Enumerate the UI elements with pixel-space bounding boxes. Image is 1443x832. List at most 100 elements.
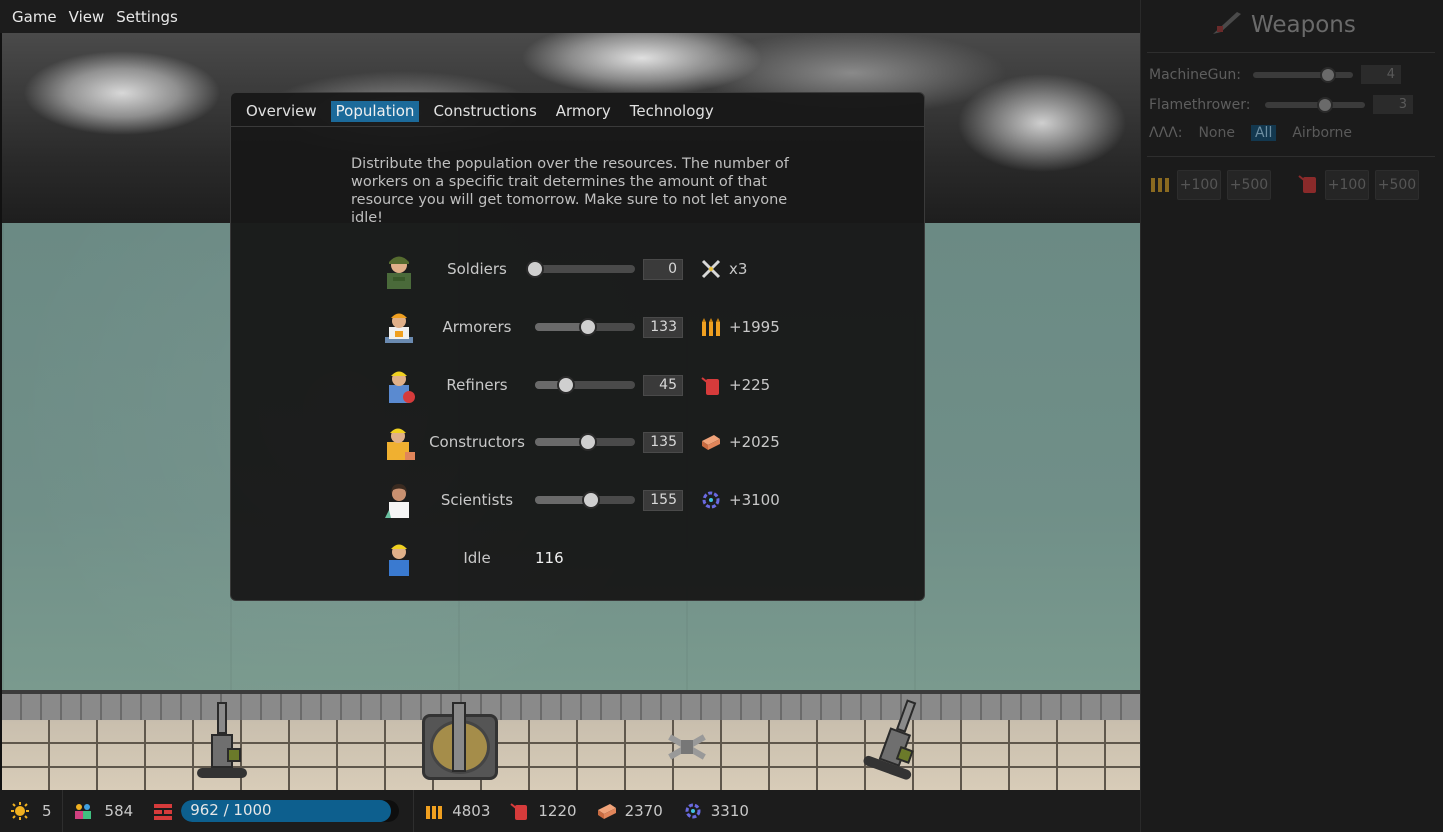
tab-technology[interactable]: Technology [625, 101, 719, 122]
menu-settings[interactable]: Settings [116, 8, 178, 26]
machinegun-label: MachineGun: [1149, 66, 1241, 83]
buy-ammo-500[interactable]: +500 [1227, 170, 1271, 200]
soldier-icon [379, 249, 419, 289]
flamethrower-slider[interactable] [1265, 96, 1365, 113]
buy-fuel-500[interactable]: +500 [1375, 170, 1419, 200]
row-label: Scientists [440, 491, 514, 509]
row-scientists: Scientists 155 +3100 [379, 480, 799, 520]
scientists-result: +3100 [729, 491, 780, 509]
menu-bar: Game View Settings [0, 0, 1140, 33]
buy-row: +100 +500 +100 +500 [1149, 170, 1419, 200]
menu-game[interactable]: Game [12, 8, 57, 26]
flamethrower-turret[interactable] [422, 702, 498, 780]
drone-turret[interactable] [657, 724, 717, 774]
population-value: 584 [104, 802, 134, 820]
row-label: Refiners [446, 376, 508, 394]
soldiers-count[interactable]: 0 [643, 258, 683, 280]
row-label: Soldiers [447, 260, 507, 278]
bricks-value: 2370 [624, 802, 663, 820]
fuel-can-icon [700, 374, 722, 396]
fuel-can-icon [510, 801, 530, 821]
wall-health-text: 962 / 1000 [190, 801, 272, 819]
machine-gun-turret[interactable] [197, 702, 267, 778]
soldiers-result: x3 [729, 260, 748, 278]
target-all[interactable]: All [1250, 125, 1277, 141]
refiners-slider[interactable] [535, 376, 635, 394]
idle-worker-icon [379, 538, 419, 578]
swords-icon [700, 258, 722, 280]
target-airborne[interactable]: Airborne [1288, 125, 1356, 141]
row-armorers: Armorers 133 +1995 [379, 307, 799, 347]
row-label: Constructors [429, 433, 525, 451]
armorers-result: +1995 [729, 318, 780, 336]
refiners-count[interactable]: 45 [643, 374, 683, 396]
rifle-icon [1211, 8, 1243, 42]
row-idle: Idle 116 [379, 538, 799, 578]
population-counter: 584 [63, 790, 144, 832]
constructors-count[interactable]: 135 [643, 431, 683, 453]
wall-health-bar: 962 / 1000 [181, 800, 400, 822]
weapons-panel: Weapons MachineGun: 4 Flamethrower: 3 ΛΛ… [1140, 0, 1443, 832]
days-value: 5 [42, 802, 52, 820]
constructors-result: +2025 [729, 433, 780, 451]
buy-ammo-100[interactable]: +100 [1177, 170, 1221, 200]
research-icon [683, 801, 703, 821]
flamethrower-label: Flamethrower: [1149, 96, 1251, 113]
brick-icon [597, 801, 617, 821]
row-soldiers: Soldiers 0 x3 [379, 249, 799, 289]
tab-population[interactable]: Population [330, 101, 420, 122]
brick-icon [700, 431, 722, 453]
soldiers-slider[interactable] [526, 260, 635, 278]
population-dialog: Overview Population Constructions Armory… [230, 92, 925, 601]
ammo-icon [1149, 172, 1171, 198]
constructor-icon [379, 422, 419, 462]
tab-constructions[interactable]: Constructions [428, 101, 541, 122]
scientists-slider[interactable] [535, 491, 635, 509]
wall-health: 962 / 1000 [143, 790, 415, 832]
idle-count: 116 [535, 549, 564, 567]
row-refiners: Refiners 45 +225 [379, 365, 799, 405]
population-description: Distribute the population over the resou… [351, 156, 789, 226]
flamethrower-count[interactable]: 3 [1373, 95, 1413, 114]
machinegun-slider[interactable] [1253, 66, 1353, 83]
machinegun-count[interactable]: 4 [1361, 65, 1401, 84]
research-value: 3310 [710, 802, 749, 820]
target-none[interactable]: None [1194, 125, 1239, 141]
fuel-counter: 1220 [500, 790, 586, 832]
fuel-can-icon [1297, 172, 1319, 198]
armorers-slider[interactable] [535, 318, 635, 336]
research-counter: 3310 [673, 790, 759, 832]
machine-gun-turret-2[interactable] [862, 698, 952, 788]
row-label: Armorers [442, 318, 512, 336]
fuel-value: 1220 [538, 802, 577, 820]
tab-overview[interactable]: Overview [241, 101, 322, 122]
scientist-icon [379, 480, 419, 520]
row-constructors: Constructors 135 +2025 [379, 422, 799, 462]
defense-wall [2, 690, 1140, 790]
ammo-counter: 4803 [414, 790, 500, 832]
menu-view[interactable]: View [69, 8, 105, 26]
people-icon [73, 801, 93, 821]
sun-icon [10, 801, 30, 821]
constructors-slider[interactable] [535, 433, 635, 451]
ammo-icon [700, 316, 722, 338]
ammo-value: 4803 [452, 802, 491, 820]
armorer-icon [379, 307, 419, 347]
status-bar: 5 584 962 / 1000 4803 1220 2370 3310 [0, 790, 1140, 832]
research-icon [700, 489, 722, 511]
refiners-result: +225 [729, 376, 771, 394]
scientists-count[interactable]: 155 [643, 489, 683, 511]
ammo-icon [424, 801, 444, 821]
target-row: ΛΛΛ: None All Airborne [1149, 125, 1356, 141]
row-label: Idle [463, 549, 491, 567]
buy-fuel-100[interactable]: +100 [1325, 170, 1369, 200]
armorers-count[interactable]: 133 [643, 316, 683, 338]
tab-armory[interactable]: Armory [551, 101, 616, 122]
wall-icon [153, 801, 173, 821]
machinegun-row: MachineGun: 4 [1149, 65, 1401, 84]
flamethrower-row: Flamethrower: 3 [1149, 95, 1413, 114]
dialog-tabs: Overview Population Constructions Armory… [231, 93, 924, 127]
refiner-icon [379, 365, 419, 405]
target-label: ΛΛΛ: [1149, 125, 1183, 141]
bricks-counter: 2370 [587, 790, 673, 832]
